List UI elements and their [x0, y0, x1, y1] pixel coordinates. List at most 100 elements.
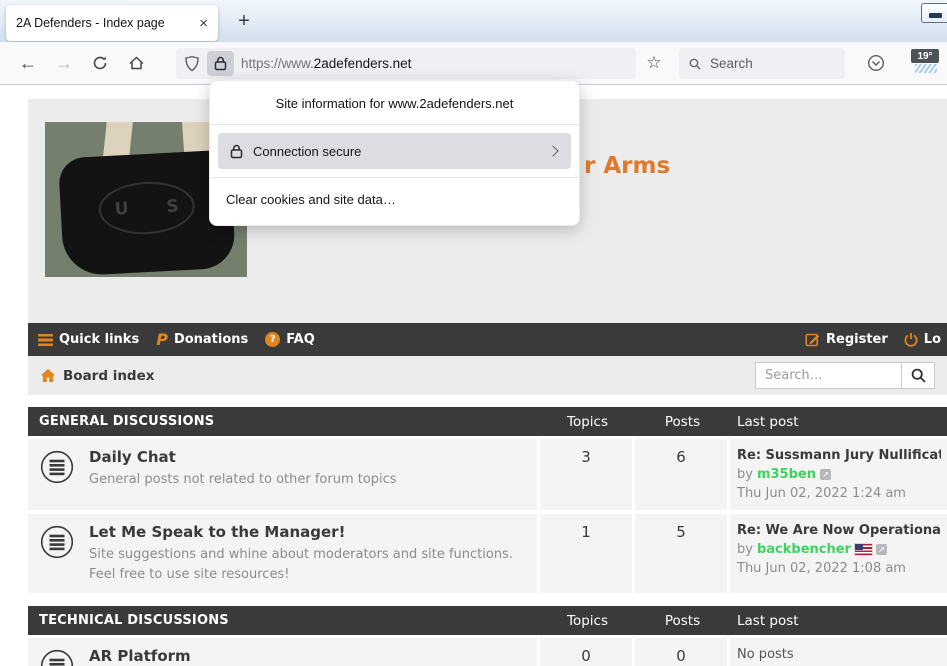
- reload-button[interactable]: [86, 49, 114, 77]
- column-header-lastpost: Last post: [730, 613, 947, 629]
- tab-title: 2A Defenders - Index page: [16, 16, 191, 30]
- quick-links-label: Quick links: [59, 332, 139, 347]
- category-header-general: GENERAL DISCUSSIONS Topics Posts Last po…: [28, 407, 947, 436]
- navigation-toolbar: ← → https://www.2adefenders.net ☆ 19°: [0, 42, 947, 85]
- forum-description: General posts not related to other forum…: [89, 470, 397, 490]
- breadcrumb: Board index: [28, 356, 947, 395]
- browser-search-input[interactable]: [710, 56, 835, 71]
- connection-secure-row[interactable]: Connection secure: [218, 133, 571, 169]
- last-post-cell: Re: Sussmann Jury Nullificati… by m35ben…: [730, 439, 947, 510]
- forum-cell: Daily Chat General posts not related to …: [28, 439, 537, 510]
- power-icon: [904, 332, 918, 347]
- last-post-cell: No posts: [730, 638, 947, 666]
- forum-link[interactable]: AR Platform: [89, 647, 221, 665]
- register-label: Register: [826, 332, 888, 347]
- board-index-link[interactable]: Board index: [63, 368, 154, 384]
- clear-cookies-button[interactable]: Clear cookies and site data…: [210, 178, 579, 220]
- reload-icon: [92, 55, 108, 71]
- donations-link[interactable]: P Donations: [156, 332, 248, 348]
- last-post-link[interactable]: Re: Sussmann Jury Nullificati…: [737, 448, 941, 463]
- no-posts-label: No posts: [737, 647, 941, 662]
- forum-cell: AR Platform The AR and variants: [28, 638, 537, 666]
- window-minimize-button[interactable]: [921, 3, 947, 23]
- search-icon: [689, 57, 701, 71]
- quick-links-menu[interactable]: Quick links: [38, 332, 139, 347]
- minimize-icon: [929, 13, 942, 18]
- question-icon: ?: [265, 332, 280, 347]
- forum-search-input[interactable]: [755, 362, 901, 389]
- register-icon: [805, 332, 820, 347]
- forum-link[interactable]: Let Me Speak to the Manager!: [89, 523, 527, 541]
- forum-link[interactable]: Daily Chat: [89, 448, 397, 466]
- rain-icon: [915, 64, 937, 73]
- topics-count: 1: [540, 514, 632, 593]
- divider: [210, 124, 579, 125]
- bookmark-star-button[interactable]: ☆: [640, 49, 668, 77]
- category-title: GENERAL DISCUSSIONS: [28, 414, 540, 429]
- forum-icon: [40, 448, 74, 501]
- chevron-right-icon: [547, 145, 558, 156]
- last-post-time: Thu Jun 02, 2022 1:08 am: [737, 561, 941, 576]
- lock-icon: [230, 144, 243, 159]
- weather-extension-button[interactable]: 19°: [911, 49, 941, 77]
- forum-navbar: Quick links P Donations ? FAQ Register: [28, 323, 947, 356]
- home-icon: [128, 55, 145, 71]
- hamburger-icon: [38, 334, 53, 346]
- url-text[interactable]: https://www.2adefenders.net: [241, 56, 411, 71]
- faq-label: FAQ: [286, 332, 315, 347]
- temperature-badge: 19°: [911, 49, 939, 63]
- home-button[interactable]: [122, 49, 150, 77]
- new-tab-button[interactable]: +: [230, 7, 258, 35]
- last-post-time: Thu Jun 02, 2022 1:24 am: [737, 486, 941, 501]
- column-header-lastpost: Last post: [730, 414, 947, 430]
- goto-last-post-icon[interactable]: ↗: [876, 544, 887, 555]
- last-post-user-link[interactable]: backbencher: [757, 542, 851, 557]
- emblem-letter-s: S: [166, 196, 179, 217]
- forum-search-button[interactable]: [901, 362, 935, 389]
- register-link[interactable]: Register: [805, 332, 888, 347]
- url-scheme: https://www.: [241, 56, 314, 71]
- forum-description: Site suggestions and whine about moderat…: [89, 545, 527, 584]
- column-header-posts: Posts: [635, 414, 730, 430]
- pocket-button[interactable]: [862, 49, 890, 77]
- emblem-letter-u: U: [114, 199, 129, 220]
- browser-search-box[interactable]: [679, 48, 845, 79]
- topics-count: 3: [540, 439, 632, 510]
- browser-window: 2A Defenders - Index page × + ← → https:…: [0, 0, 947, 666]
- address-bar[interactable]: https://www.2adefenders.net: [176, 48, 636, 79]
- by-label: by: [737, 542, 753, 557]
- us-flag-icon: [855, 544, 872, 555]
- posts-count: 5: [635, 514, 727, 593]
- login-link[interactable]: Lo: [904, 332, 941, 347]
- forum-row-ar-platform: AR Platform The AR and variants 0 0 No p…: [28, 638, 947, 666]
- last-post-user-link[interactable]: m35ben: [757, 467, 816, 482]
- pocket-icon: [867, 54, 885, 72]
- column-header-posts: Posts: [635, 613, 730, 629]
- popup-title: Site information for www.2adefenders.net: [210, 81, 579, 124]
- tab-close-icon[interactable]: ×: [199, 16, 208, 31]
- lock-icon: [214, 56, 227, 71]
- last-post-cell: Re: We Are Now Operational by backbenche…: [730, 514, 947, 593]
- faq-link[interactable]: ? FAQ: [265, 332, 315, 347]
- goto-last-post-icon[interactable]: ↗: [820, 469, 831, 480]
- donations-label: Donations: [174, 332, 248, 347]
- posts-count: 0: [635, 638, 727, 666]
- forum-cell: Let Me Speak to the Manager! Site sugges…: [28, 514, 537, 593]
- search-icon: [911, 368, 926, 383]
- by-label: by: [737, 467, 753, 482]
- site-info-popup: Site information for www.2adefenders.net…: [209, 80, 580, 226]
- us-emblem: U S: [97, 180, 196, 237]
- login-label: Lo: [924, 332, 941, 347]
- forum-icon: [40, 647, 74, 666]
- home-breadcrumb-icon[interactable]: [40, 368, 56, 383]
- browser-tab[interactable]: 2A Defenders - Index page ×: [6, 5, 218, 41]
- category-header-technical: TECHNICAL DISCUSSIONS Topics Posts Last …: [28, 606, 947, 635]
- back-button[interactable]: ←: [14, 49, 42, 77]
- column-header-topics: Topics: [540, 414, 635, 430]
- lock-permissions-button[interactable]: [207, 51, 234, 76]
- forum-icon: [40, 523, 74, 584]
- url-host: 2adefenders.net: [314, 56, 412, 71]
- forum-row-manager: Let Me Speak to the Manager! Site sugges…: [28, 514, 947, 593]
- shield-icon[interactable]: [184, 55, 200, 72]
- last-post-link[interactable]: Re: We Are Now Operational: [737, 523, 941, 538]
